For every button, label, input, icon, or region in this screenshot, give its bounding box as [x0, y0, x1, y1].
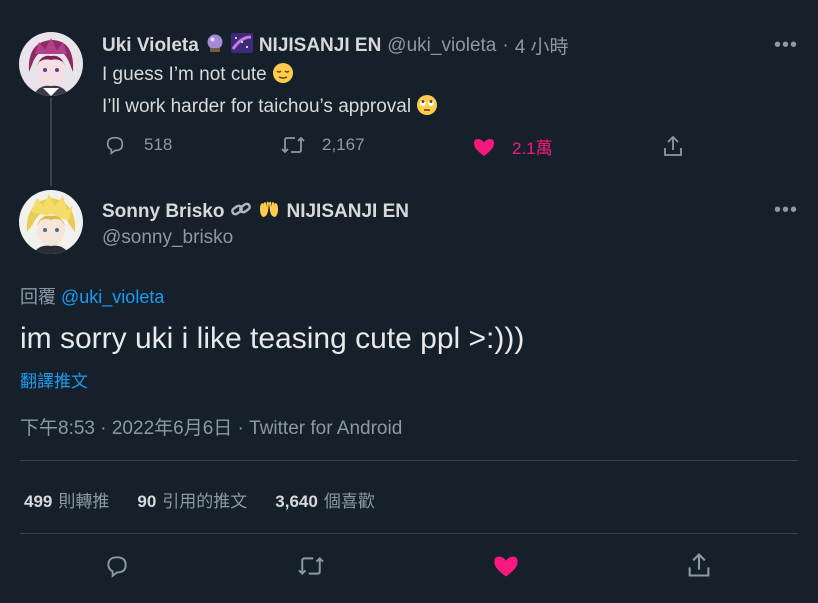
avatar-sonny[interactable] [19, 190, 83, 254]
tweet-header-sonny: Sonny Brisko NIJISANJI EN [102, 199, 409, 224]
like-button[interactable]: 2.1萬 [472, 134, 553, 159]
stats-row: 499 則轉推 90 引用的推文 3,640 個喜歡 [24, 487, 375, 512]
quotes-stat[interactable]: 90 引用的推文 [137, 487, 247, 512]
like-count: 2.1萬 [512, 139, 553, 158]
time-ago[interactable]: 4 小時 [515, 32, 569, 59]
reply-button-main[interactable] [104, 553, 130, 584]
quotes-label: 引用的推文 [162, 492, 248, 511]
affiliation-label: NIJISANJI EN [286, 200, 409, 222]
galaxy-emoji-icon [230, 33, 253, 58]
tweet-main-text: im sorry uki i like teasing cute ppl >:)… [20, 322, 525, 355]
share-icon [688, 553, 710, 577]
reply-button[interactable]: 518 [104, 134, 172, 156]
reply-icon [107, 556, 127, 578]
retweet-button-main[interactable] [296, 554, 326, 583]
likes-stat[interactable]: 3,640 個喜歡 [275, 487, 375, 512]
more-options-icon[interactable]: ••• [774, 199, 798, 222]
reply-icon [106, 136, 124, 155]
separator-dot: · [502, 34, 509, 56]
likes-number: 3,640 [275, 492, 318, 511]
share-icon [664, 135, 682, 156]
thread-connector-line [50, 98, 52, 186]
relieved-face-emoji-icon [272, 62, 294, 93]
display-name[interactable]: Uki Violeta [102, 35, 199, 57]
tweet-line-1: I guess I’m not cute [102, 64, 267, 85]
replying-to-handle[interactable]: @uki_violeta [61, 287, 164, 307]
quotes-number: 90 [137, 492, 157, 511]
reply-count: 518 [144, 135, 173, 154]
more-options-icon[interactable]: ••• [774, 34, 798, 57]
rolling-eyes-emoji-icon [416, 94, 438, 125]
tweet-line-2: I’ll work harder for taichou’s approval [102, 96, 412, 117]
retweets-label: 則轉推 [58, 492, 110, 511]
divider-top [20, 460, 798, 461]
heart-filled-icon [474, 138, 494, 156]
share-button-main[interactable] [686, 551, 712, 584]
crystal-ball-emoji-icon [205, 33, 225, 58]
display-name[interactable]: Sonny Brisko [102, 201, 224, 223]
retweets-stat[interactable]: 499 則轉推 [24, 487, 109, 512]
translate-tweet-link[interactable]: 翻譯推文 [20, 367, 88, 392]
avatar-uki[interactable] [19, 32, 83, 96]
handle[interactable]: @sonny_brisko [102, 227, 233, 249]
retweets-number: 499 [24, 492, 53, 511]
divider-bottom [20, 533, 798, 534]
palms-up-emoji-icon [258, 199, 280, 224]
retweet-icon [298, 556, 324, 576]
tweet-text-uki: I guess I’m not cute I’ll work harder fo… [102, 61, 438, 125]
share-button[interactable] [662, 134, 684, 158]
replying-to-prefix: 回覆 [20, 287, 56, 307]
heart-filled-icon [494, 556, 518, 577]
retweet-button[interactable]: 2,167 [280, 134, 365, 156]
replying-to: 回覆 @uki_violeta [20, 283, 164, 309]
tweet-header-uki: Uki Violeta NIJISANJI EN @uki_violeta · … [102, 32, 569, 59]
affiliation-label: NIJISANJI EN [258, 34, 382, 56]
like-button-main[interactable] [492, 553, 520, 584]
retweet-count: 2,167 [322, 135, 365, 154]
retweet-icon [281, 136, 305, 154]
likes-label: 個喜歡 [323, 492, 375, 511]
tweet-timestamp[interactable]: 下午8:53 · 2022年6月6日 · Twitter for Android [20, 413, 402, 440]
link-emoji-icon [230, 199, 252, 224]
handle[interactable]: @uki_violeta [387, 35, 496, 57]
